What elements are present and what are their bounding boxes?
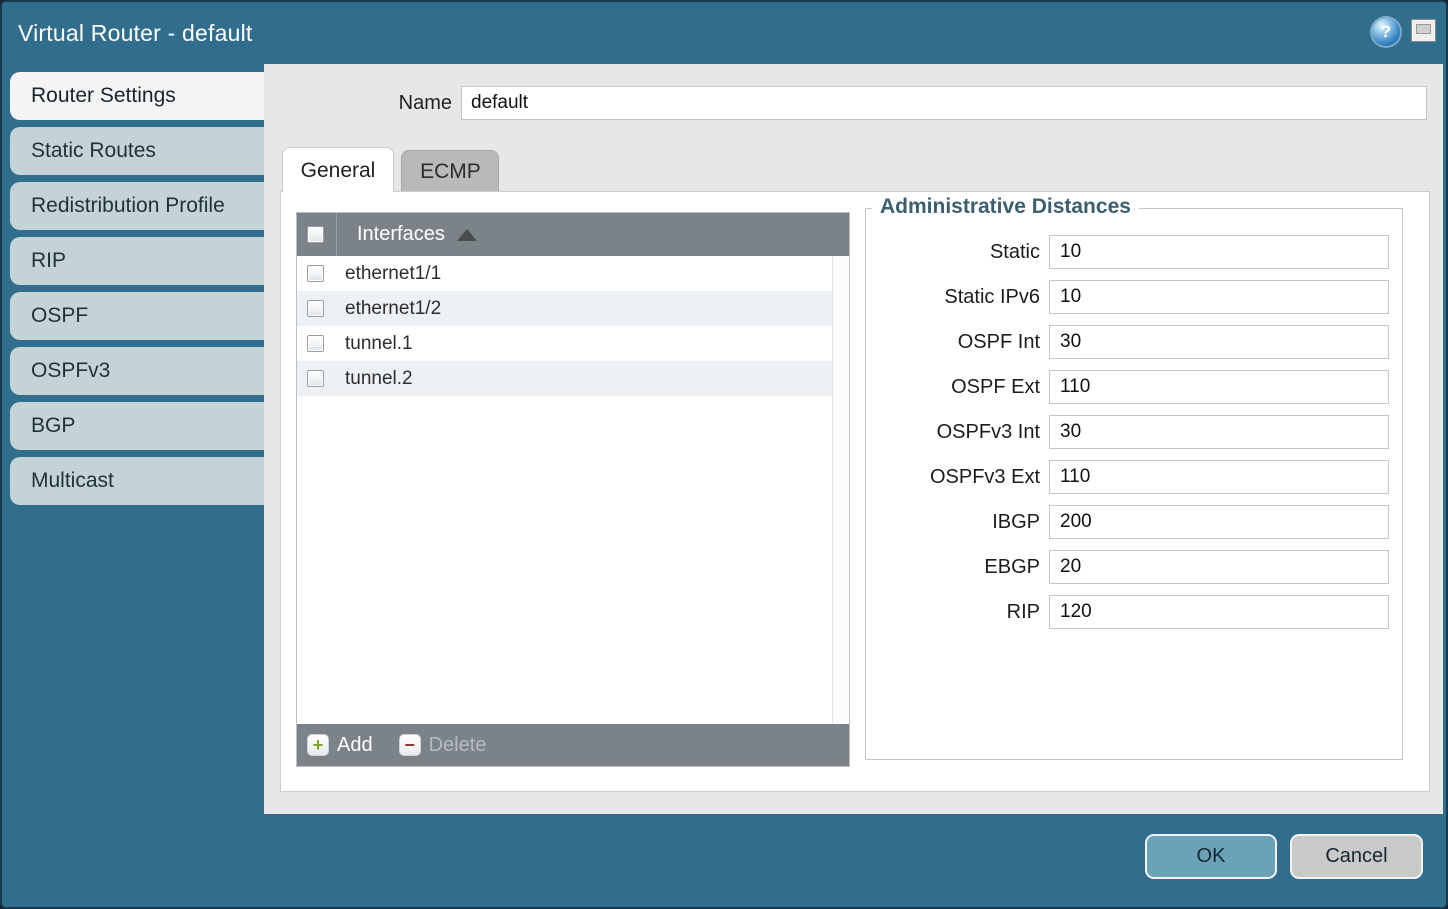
ospf-int-input[interactable] xyxy=(1049,325,1389,359)
name-label: Name xyxy=(264,92,461,115)
interface-name: tunnel.1 xyxy=(345,333,413,355)
maximize-icon-inner xyxy=(1416,24,1431,34)
field-row: OSPFv3 Ext xyxy=(866,460,1402,494)
field-row: RIP xyxy=(866,595,1402,629)
field-row: OSPF Int xyxy=(866,325,1402,359)
field-row: IBGP xyxy=(866,505,1402,539)
field-label: OSPFv3 Int xyxy=(866,421,1049,444)
table-row[interactable]: tunnel.2 xyxy=(297,361,849,396)
interfaces-column-header[interactable]: Interfaces xyxy=(357,223,445,246)
sidebar: Router Settings Static Routes Redistribu… xyxy=(10,72,264,512)
sidebar-item-label: Multicast xyxy=(31,469,114,493)
general-tab-panel: Interfaces ethernet1/1 ethernet1/2 tun xyxy=(280,191,1430,792)
field-label: IBGP xyxy=(866,511,1049,534)
field-label: Static xyxy=(866,241,1049,264)
sidebar-item-label: BGP xyxy=(31,414,75,438)
sidebar-item-label: Static Routes xyxy=(31,139,156,163)
ospfv3-int-input[interactable] xyxy=(1049,415,1389,449)
add-button[interactable]: + Add xyxy=(307,734,373,757)
static-input[interactable] xyxy=(1049,235,1389,269)
ebgp-input[interactable] xyxy=(1049,550,1389,584)
sidebar-item-label: RIP xyxy=(31,249,66,273)
add-icon: + xyxy=(307,734,329,756)
delete-icon: − xyxy=(399,734,421,756)
row-checkbox[interactable] xyxy=(307,300,324,317)
header-column-divider xyxy=(336,213,337,256)
ibgp-input[interactable] xyxy=(1049,505,1389,539)
sidebar-item-label: OSPF xyxy=(31,304,88,328)
sidebar-item-label: Router Settings xyxy=(31,84,176,108)
interfaces-rows: ethernet1/1 ethernet1/2 tunnel.1 tunnel.… xyxy=(297,256,849,396)
sidebar-item-label: OSPFv3 xyxy=(31,359,110,383)
main-content: Name General ECMP Interfaces ethe xyxy=(264,64,1443,814)
sidebar-item-static-routes[interactable]: Static Routes xyxy=(10,127,264,175)
sidebar-item-ospf[interactable]: OSPF xyxy=(10,292,264,340)
tab-general[interactable]: General xyxy=(282,147,394,192)
administrative-distances-group: Administrative Distances Static Static I… xyxy=(865,208,1403,760)
delete-button-label: Delete xyxy=(429,734,487,757)
interface-name: tunnel.2 xyxy=(345,368,413,390)
name-input[interactable] xyxy=(461,86,1427,120)
sidebar-item-bgp[interactable]: BGP xyxy=(10,402,264,450)
rip-input[interactable] xyxy=(1049,595,1389,629)
table-row[interactable]: ethernet1/2 xyxy=(297,291,849,326)
row-checkbox[interactable] xyxy=(307,370,324,387)
sidebar-item-rip[interactable]: RIP xyxy=(10,237,264,285)
interfaces-table-header[interactable]: Interfaces xyxy=(297,213,849,256)
sidebar-item-redistribution-profile[interactable]: Redistribution Profile xyxy=(10,182,264,230)
ospf-ext-input[interactable] xyxy=(1049,370,1389,404)
sidebar-item-router-settings[interactable]: Router Settings xyxy=(10,72,264,120)
field-label: OSPFv3 Ext xyxy=(866,466,1049,489)
row-checkbox[interactable] xyxy=(307,265,324,282)
select-all-checkbox[interactable] xyxy=(307,226,324,243)
sidebar-item-ospfv3[interactable]: OSPFv3 xyxy=(10,347,264,395)
interfaces-table-toolbar: + Add − Delete xyxy=(297,724,849,766)
field-row: OSPFv3 Int xyxy=(866,415,1402,449)
name-row: Name xyxy=(264,86,1427,120)
table-scrollbar[interactable] xyxy=(832,256,849,724)
field-row: Static IPv6 xyxy=(866,280,1402,314)
interfaces-table-body: ethernet1/1 ethernet1/2 tunnel.1 tunnel.… xyxy=(297,256,849,724)
interface-name: ethernet1/2 xyxy=(345,298,441,320)
ok-button[interactable]: OK xyxy=(1145,834,1277,879)
field-label: OSPF Int xyxy=(866,331,1049,354)
interface-name: ethernet1/1 xyxy=(345,263,441,285)
table-row[interactable]: ethernet1/1 xyxy=(297,256,849,291)
ospfv3-ext-input[interactable] xyxy=(1049,460,1389,494)
static-ipv6-input[interactable] xyxy=(1049,280,1389,314)
virtual-router-dialog: Virtual Router - default ? Router Settin… xyxy=(0,0,1448,909)
field-label: EBGP xyxy=(866,556,1049,579)
cancel-button[interactable]: Cancel xyxy=(1290,834,1423,879)
administrative-distances-title: Administrative Distances xyxy=(872,195,1139,219)
sidebar-item-multicast[interactable]: Multicast xyxy=(10,457,264,505)
tab-ecmp[interactable]: ECMP xyxy=(401,150,499,192)
field-row: EBGP xyxy=(866,550,1402,584)
field-label: Static IPv6 xyxy=(866,286,1049,309)
dialog-title: Virtual Router - default xyxy=(18,2,253,64)
titlebar: Virtual Router - default ? xyxy=(2,2,1446,64)
sidebar-item-label: Redistribution Profile xyxy=(31,194,225,218)
administrative-distances-fields: Static Static IPv6 OSPF Int OSPF Ext xyxy=(866,235,1402,640)
interfaces-table: Interfaces ethernet1/1 ethernet1/2 tun xyxy=(296,212,850,767)
table-row[interactable]: tunnel.1 xyxy=(297,326,849,361)
field-row: Static xyxy=(866,235,1402,269)
help-icon[interactable]: ? xyxy=(1372,18,1400,46)
tabstrip: General ECMP xyxy=(282,147,499,192)
row-checkbox[interactable] xyxy=(307,335,324,352)
sort-ascending-icon[interactable] xyxy=(457,229,477,241)
maximize-icon[interactable] xyxy=(1411,19,1436,42)
add-button-label: Add xyxy=(337,734,373,757)
delete-button[interactable]: − Delete xyxy=(399,734,487,757)
field-row: OSPF Ext xyxy=(866,370,1402,404)
dialog-buttons: OK Cancel xyxy=(1145,834,1423,879)
field-label: OSPF Ext xyxy=(866,376,1049,399)
field-label: RIP xyxy=(866,601,1049,624)
